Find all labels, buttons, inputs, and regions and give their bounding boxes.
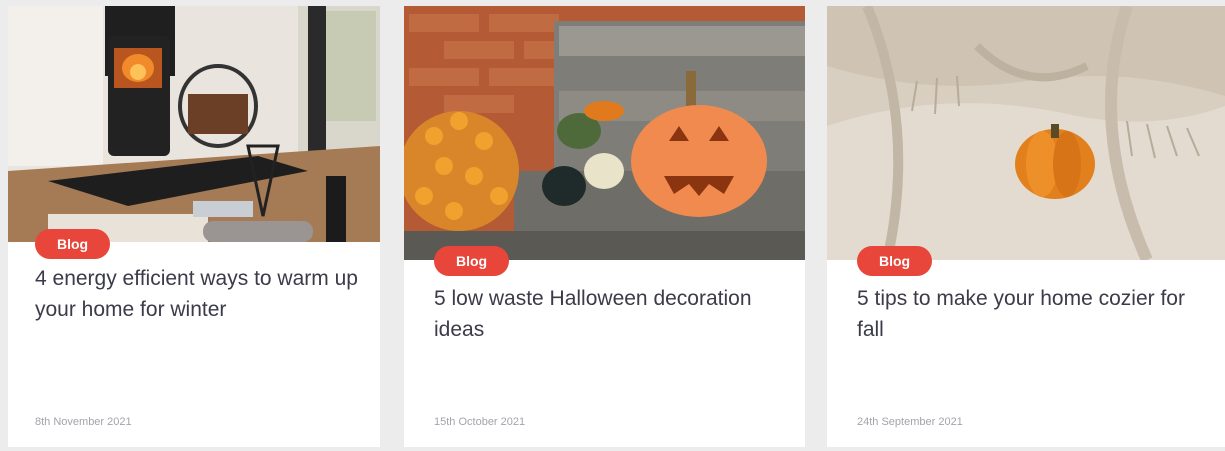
category-badge[interactable]: Blog bbox=[35, 229, 111, 259]
blog-card-energy-efficient[interactable]: Blog 4 energy efficient ways to warm up … bbox=[8, 6, 380, 447]
post-date: 8th November 2021 bbox=[35, 416, 132, 428]
wood-burning-stove-photo[interactable] bbox=[8, 6, 380, 242]
post-title[interactable]: 5 tips to make your home cozier for fall bbox=[857, 283, 1207, 345]
post-title[interactable]: 4 energy efficient ways to warm up your … bbox=[35, 263, 365, 325]
blog-card-cozier-fall[interactable]: Blog 5 tips to make your home cozier for… bbox=[827, 6, 1225, 447]
halloween-pumpkins-photo[interactable] bbox=[404, 6, 805, 260]
post-date: 15th October 2021 bbox=[434, 416, 526, 428]
pumpkin-on-blanket-photo[interactable] bbox=[827, 6, 1225, 260]
category-badge[interactable]: Blog bbox=[434, 246, 510, 276]
post-date: 24th September 2021 bbox=[857, 416, 963, 428]
blog-card-grid: Blog 4 energy efficient ways to warm up … bbox=[0, 0, 1225, 451]
category-badge[interactable]: Blog bbox=[857, 246, 933, 276]
blog-card-halloween[interactable]: Blog 5 low waste Halloween decoration id… bbox=[404, 6, 805, 447]
post-title[interactable]: 5 low waste Halloween decoration ideas bbox=[434, 283, 774, 345]
